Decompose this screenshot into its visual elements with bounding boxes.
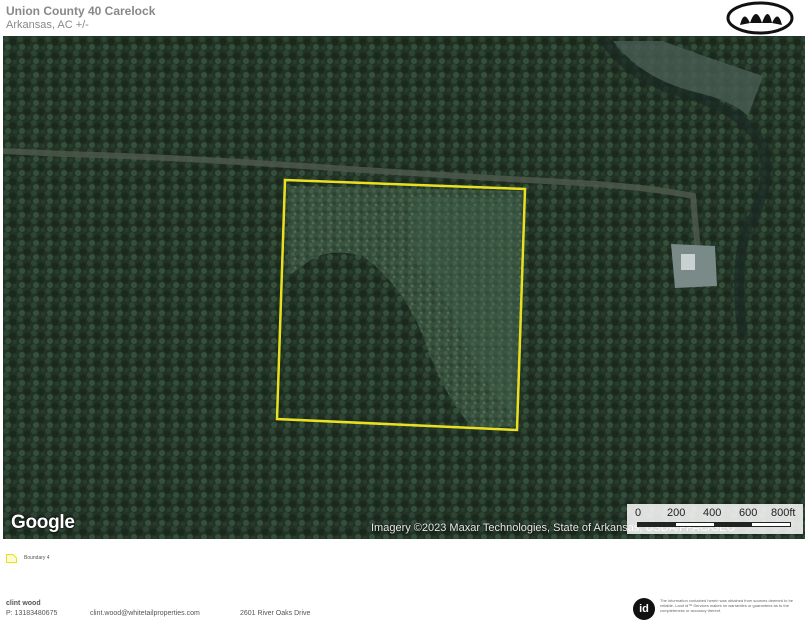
scale-label: 600	[739, 507, 758, 519]
google-watermark: Google	[11, 512, 75, 533]
scale-label: 400	[703, 507, 722, 519]
agent-footer: clint wood P: 13183480675 clint.wood@whi…	[0, 596, 808, 624]
map-header: Union County 40 Carelock Arkansas, AC +/…	[0, 0, 808, 36]
land-id-icon: id	[633, 598, 655, 620]
satellite-map[interactable]: Google Imagery ©2023 Maxar Technologies,…	[3, 36, 805, 539]
satellite-imagery	[3, 36, 805, 539]
agent-name: clint wood	[6, 600, 41, 607]
legend-label: Boundary 4	[24, 555, 50, 561]
agent-email[interactable]: clint.wood@whitetailproperties.com	[90, 610, 200, 617]
scale-label: 0	[635, 507, 642, 519]
boundary-legend-icon	[6, 554, 17, 563]
scale-label: 200	[667, 507, 686, 519]
scale-ruler	[637, 522, 791, 527]
property-title: Union County 40 Carelock	[6, 4, 156, 18]
agent-address: 2601 River Oaks Drive	[240, 610, 311, 617]
scale-bar: 0 200 400 600 800ft	[627, 504, 803, 534]
agent-phone[interactable]: P: 13183480675	[6, 610, 57, 617]
scale-label: 800ft	[771, 507, 796, 519]
paw-logo-icon	[726, 1, 794, 35]
disclaimer-text: The information contained herein was obt…	[660, 598, 793, 613]
property-location: Arkansas, AC +/-	[6, 19, 89, 31]
